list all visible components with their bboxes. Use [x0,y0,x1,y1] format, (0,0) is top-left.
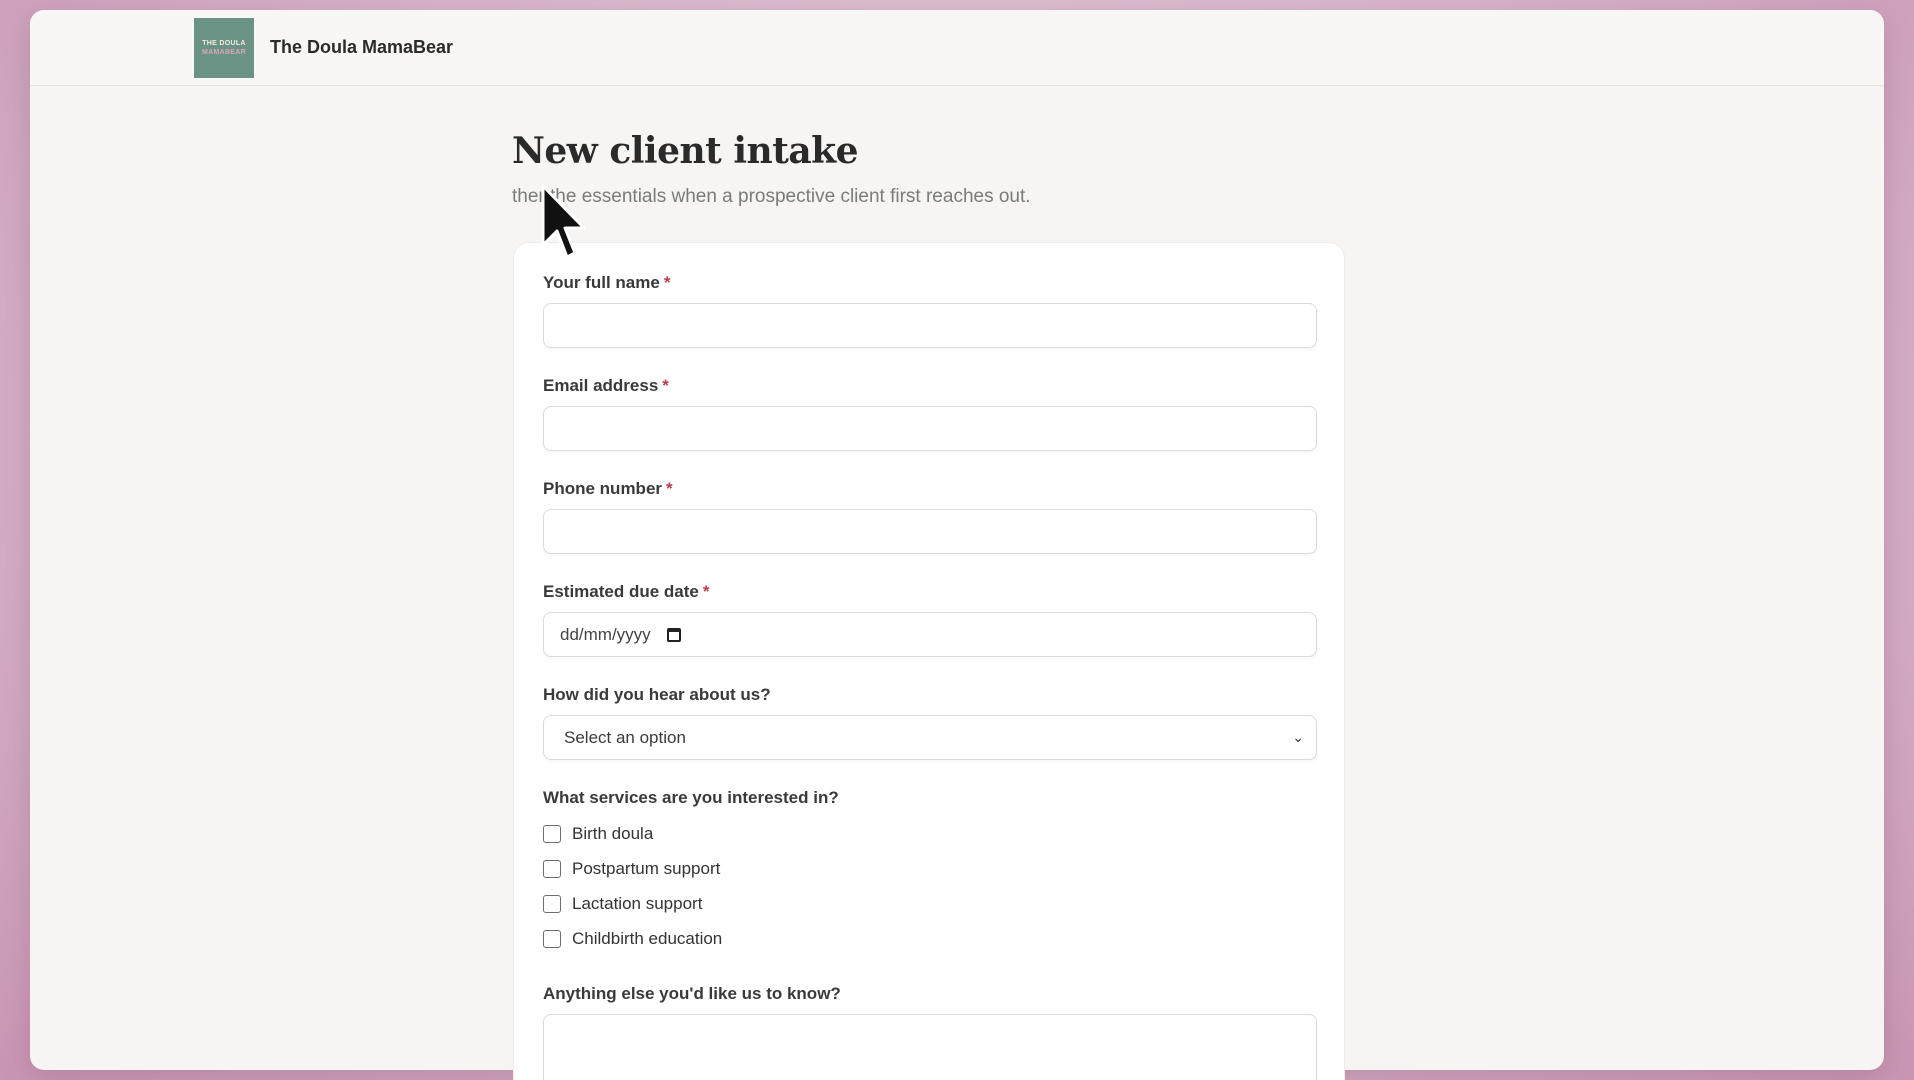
referral-select[interactable]: Select an option ⌄ [543,715,1317,760]
notes-field: Anything else you'd like us to know? [543,984,1317,1080]
service-option[interactable]: Postpartum support [543,851,1316,886]
full-name-label: Your full name * [543,273,671,292]
chevron-down-icon: ⌄ [1292,729,1304,745]
service-option-label[interactable]: Lactation support [572,894,702,914]
service-option[interactable]: Birth doula [543,816,1316,851]
services-label: What services are you interested in? [543,788,839,807]
page-title: New client intake [512,130,859,172]
phone-label: Phone number * [543,479,673,498]
logo-text-line1: THE DOULA [202,39,246,47]
due-date-field: Estimated due date * dd/mm/yyyy [543,582,1317,657]
full-name-input[interactable] [543,303,1317,348]
checkbox[interactable] [543,894,561,913]
due-date-placeholder: dd/mm/yyyy [560,624,651,644]
logo-text-line2: MAMABEAR [201,48,246,56]
services-checklist: Birth doula Postpartum support Lactation… [543,816,1316,956]
required-mark: * [663,273,671,292]
service-option-label[interactable]: Childbirth education [572,929,722,949]
service-option-label[interactable]: Postpartum support [572,859,720,879]
calendar-icon[interactable] [666,627,681,642]
checkbox[interactable] [543,859,561,878]
brand-name[interactable]: The Doula MamaBear [270,37,453,58]
referral-label: How did you hear about us? [543,685,771,704]
brand-logo[interactable]: THE DOULA MAMABEAR [194,17,254,78]
phone-input[interactable] [543,509,1317,554]
email-label: Email address * [543,376,669,395]
due-date-input[interactable]: dd/mm/yyyy [543,612,1317,657]
phone-field: Phone number * [543,479,1317,554]
email-field: Email address * [543,376,1317,451]
notes-label: Anything else you'd like us to know? [543,984,841,1003]
service-option[interactable]: Lactation support [543,886,1316,921]
referral-field: How did you hear about us? Select an opt… [543,685,1317,760]
full-name-field: Your full name * [543,273,1317,348]
service-option-label[interactable]: Birth doula [572,824,653,844]
intake-form: Your full name * Email address * Phone num… [513,242,1345,1080]
checkbox[interactable] [543,929,561,948]
required-mark: * [662,376,669,395]
services-field: What services are you interested in? Bir… [543,788,1316,956]
service-option[interactable]: Childbirth education [543,921,1316,956]
due-date-label: Estimated due date * [543,582,710,601]
email-input[interactable] [543,406,1317,451]
mouse-cursor-icon [541,184,586,259]
top-bar: THE DOULA MAMABEAR The Doula MamaBear [30,10,1884,86]
required-mark: * [666,479,673,498]
referral-selected-value: Select an option [564,727,686,747]
notes-textarea[interactable] [543,1014,1317,1080]
required-mark: * [702,582,710,601]
page-subtitle: ther the essentials when a prospective c… [512,186,1031,207]
checkbox[interactable] [543,824,561,843]
